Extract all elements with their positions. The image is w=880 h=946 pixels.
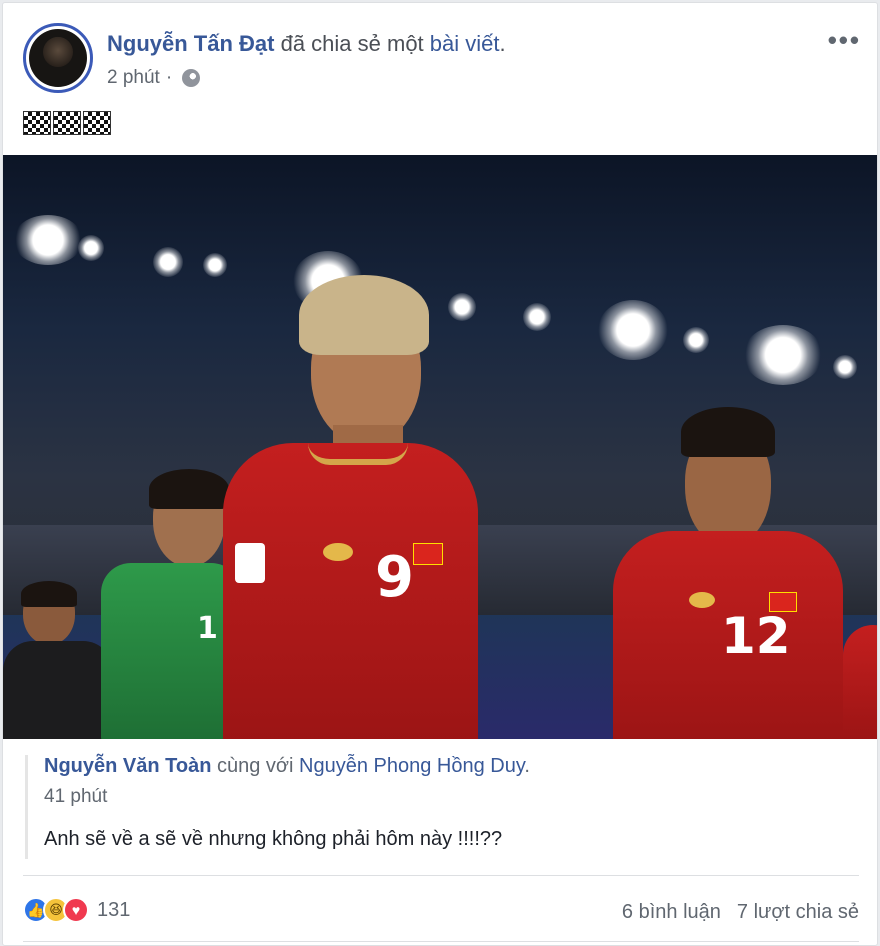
checkered-flag-icon [23,111,51,135]
shared-post: Nguyễn Văn Toàn cùng với Nguyễn Phong Hồ… [25,755,857,859]
player-number-12: 12 [603,407,853,739]
stadium-light [153,247,183,277]
post-timestamp[interactable]: 2 phút [107,67,160,89]
meta-separator: · [165,67,173,88]
footer-divider [23,875,859,876]
with-text: cùng với [216,755,294,777]
shared-period: . [524,755,530,777]
stadium-light [743,325,823,385]
jersey-number: 9 [375,545,414,610]
stadium-light [13,215,83,265]
reactions-summary[interactable]: 👍 😆 ♥ 131 [23,897,130,923]
checkered-flag-icon [53,111,81,135]
vietnam-flag-patch [413,543,443,565]
shares-count-link[interactable]: 7 lượt chia sẻ [737,901,859,924]
share-verb: đã chia sẻ một [280,31,424,56]
shared-timestamp[interactable]: 41 phút [44,786,857,808]
title-period: . [499,31,506,56]
stadium-light [523,303,551,331]
love-icon: ♥ [63,897,89,923]
author-avatar[interactable] [23,23,93,93]
post-photo[interactable]: 1 9 12 [3,155,877,739]
post-card: Nguyễn Tấn Đạt đã chia sẻ một bài viết. … [2,2,878,946]
post-footer: 👍 😆 ♥ 131 6 bình luận 7 lượt chia sẻ [23,893,859,933]
stadium-light [203,253,227,277]
jersey-number: 1 [197,611,218,646]
player-number-9: 9 [223,275,523,739]
ellipsis-icon[interactable]: ••• [828,25,861,56]
player-goalkeeper: 1 [101,469,241,739]
stadium-light [78,235,104,261]
post-status-text [23,111,111,135]
vietnam-flag-patch [769,592,797,612]
shared-post-link[interactable]: bài viết [430,31,500,56]
reaction-count[interactable]: 131 [97,899,130,922]
globe-icon[interactable] [182,69,201,87]
shared-post-text: Anh sẽ về a sẽ về nhưng không phải hôm n… [44,828,503,850]
avatar-photo [29,29,87,87]
bottom-divider [23,941,859,942]
comments-count-link[interactable]: 6 bình luận [622,901,721,924]
stadium-light [683,327,709,353]
author-name-link[interactable]: Nguyễn Tấn Đạt [107,31,274,56]
afc-badge [235,543,265,583]
stadium-light [833,355,857,379]
tagged-person-link[interactable]: Nguyễn Phong Hồng Duy [299,755,524,777]
post-meta: 2 phút · [107,67,201,89]
player-background-left [3,581,113,739]
jersey-number: 12 [721,607,791,665]
stadium-light [598,300,668,360]
shared-post-header: Nguyễn Văn Toàn cùng với Nguyễn Phong Hồ… [44,755,857,778]
engagement-stats: 6 bình luận 7 lượt chia sẻ [622,901,859,924]
sponsor-logo [689,592,715,608]
player-partial-right [843,625,877,739]
shared-author-link[interactable]: Nguyễn Văn Toàn [44,755,211,777]
checkered-flag-icon [83,111,111,135]
post-title-line: Nguyễn Tấn Đạt đã chia sẻ một bài viết. [107,31,506,57]
post-header: Nguyễn Tấn Đạt đã chia sẻ một bài viết. … [3,3,877,103]
sponsor-logo [323,543,353,561]
